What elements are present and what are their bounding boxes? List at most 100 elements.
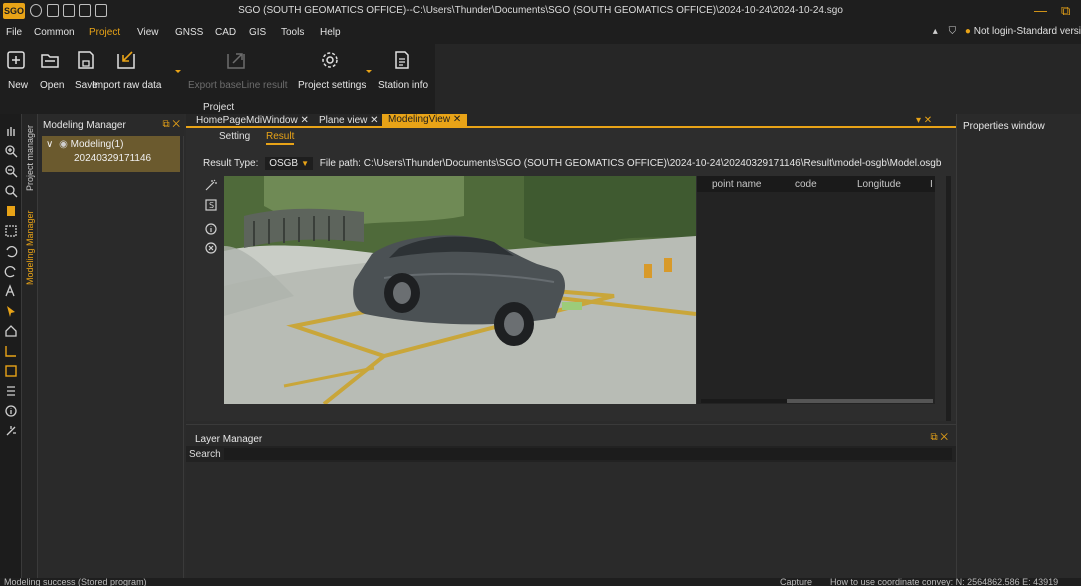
measure-icon[interactable] xyxy=(4,344,18,358)
left-toolbar xyxy=(0,114,22,586)
menu-gnss[interactable]: GNSS xyxy=(175,27,203,38)
dropdown-arrow-icon: ▼ xyxy=(301,159,310,168)
ribbon-group-label: Project xyxy=(203,102,235,113)
panel-float-close-icon[interactable]: ⧉ ✕ xyxy=(162,119,180,130)
subtab-setting[interactable]: Setting xyxy=(219,131,250,142)
tab-menu-close-icon[interactable]: ▾ ✕ xyxy=(916,115,932,126)
modeling-manager-title: Modeling Manager xyxy=(43,120,126,131)
tab-homepage[interactable]: HomePageMdiWindow ✕ xyxy=(196,115,309,126)
column-point-name[interactable]: point name xyxy=(712,179,761,190)
station-info-label: Station info xyxy=(378,80,429,91)
tree-node-modeling[interactable]: ∨ ◉ Modeling(1) xyxy=(46,139,123,150)
point-table-header: point name code Longitude I xyxy=(697,176,935,192)
user-icon: ● xyxy=(964,26,971,37)
open-folder-icon xyxy=(41,54,59,68)
login-status[interactable]: ▴ ⛉ ● Not login-Standard versi xyxy=(933,26,1081,37)
pointer-icon[interactable] xyxy=(4,304,18,318)
layer-search-label: Search xyxy=(189,449,221,460)
tab-plane-view[interactable]: Plane view ✕ xyxy=(319,115,379,126)
column-latitude[interactable]: I xyxy=(930,179,933,190)
result-type-label: Result Type: xyxy=(203,158,259,169)
status-bar: Modeling success (Stored program) Captur… xyxy=(0,578,1081,586)
tree-node-modeling-label: Modeling(1) xyxy=(70,139,124,150)
document-icon xyxy=(395,51,409,69)
zoom-in-icon[interactable] xyxy=(4,144,18,158)
ribbon-empty-area xyxy=(435,44,1081,114)
list-icon[interactable] xyxy=(4,384,18,398)
info-icon[interactable] xyxy=(4,404,18,418)
redo-icon[interactable] xyxy=(4,264,18,278)
save-icon xyxy=(78,51,94,69)
chevron-down-icon[interactable]: ∨ xyxy=(46,139,53,150)
result-type-select[interactable]: OSGB ▼ xyxy=(265,157,314,170)
menu-help[interactable]: Help xyxy=(320,27,341,38)
zoom-extent-icon[interactable] xyxy=(4,184,18,198)
document-tab-bar: HomePageMdiWindow ✕ Plane view ✕ Modelin… xyxy=(186,114,956,128)
export-icon xyxy=(227,53,245,69)
menu-tools[interactable]: Tools xyxy=(281,27,304,38)
result-type-value: OSGB xyxy=(269,158,299,169)
info-icon[interactable] xyxy=(204,222,218,236)
layer-search-row: Search xyxy=(186,446,956,462)
magic-wand-icon[interactable] xyxy=(204,178,218,192)
chevron-up-icon[interactable]: ▴ xyxy=(933,26,938,37)
column-longitude[interactable]: Longitude xyxy=(857,179,901,190)
menu-view[interactable]: View xyxy=(137,27,159,38)
station-info-button[interactable]: Station info xyxy=(378,44,430,100)
menu-common[interactable]: Common xyxy=(34,27,75,38)
menu-file[interactable]: File xyxy=(6,27,22,38)
import-raw-data-label: Import raw data xyxy=(92,80,162,91)
dropdown-arrow-icon[interactable] xyxy=(175,70,181,73)
zoom-out-icon[interactable] xyxy=(4,164,18,178)
document-area: HomePageMdiWindow ✕ Plane view ✕ Modelin… xyxy=(186,114,956,421)
dropdown-arrow-icon[interactable] xyxy=(366,70,372,73)
project-settings-button[interactable]: Project settings xyxy=(296,44,372,100)
capture-toggle[interactable]: Capture xyxy=(780,578,812,586)
layer-icon[interactable] xyxy=(4,364,18,378)
tab-modeling-view[interactable]: ModelingView ✕ xyxy=(382,114,468,126)
panel-float-close-icon[interactable]: ⧉ ✕ xyxy=(930,432,948,443)
save-button[interactable]: Save xyxy=(74,44,98,100)
undo-icon[interactable] xyxy=(4,244,18,258)
point-table: point name code Longitude I xyxy=(697,176,935,404)
sparkle-icon[interactable] xyxy=(4,424,18,438)
scrollbar-thumb[interactable] xyxy=(787,399,933,403)
modeling-tree: ∨ ◉ Modeling(1) 20240329171146 xyxy=(42,136,180,172)
menu-cad[interactable]: CAD xyxy=(215,27,236,38)
side-tab-strip: Project manager Modeling Manager xyxy=(22,114,38,586)
modeling-manager-panel: Modeling Manager ⧉ ✕ ∨ ◉ Modeling(1) 202… xyxy=(38,114,184,586)
rectangle-select-icon[interactable] xyxy=(4,224,18,238)
text-tool-icon[interactable] xyxy=(4,284,18,298)
menu-bar: File Common Project View GNSS CAD GIS To… xyxy=(0,22,1081,44)
vertical-scrollbar[interactable] xyxy=(946,176,951,421)
menu-gis[interactable]: GIS xyxy=(249,27,266,38)
title-bar: SGO SGO (SOUTH GEOMATICS OFFICE)--C:\Use… xyxy=(0,0,1081,22)
hand-pan-icon[interactable] xyxy=(4,124,18,138)
subtab-result[interactable]: Result xyxy=(266,131,295,145)
properties-panel: Properties window xyxy=(956,114,1081,586)
home-icon[interactable] xyxy=(4,324,18,338)
tab-modeling-manager[interactable]: Modeling Manager xyxy=(22,204,38,292)
restore-button[interactable]: ⧉ xyxy=(1061,3,1070,19)
menu-project[interactable]: Project xyxy=(89,27,120,38)
column-code[interactable]: code xyxy=(795,179,817,190)
shirt-icon[interactable]: ⛉ xyxy=(949,26,957,37)
file-path-value: C:\Users\Thunder\Documents\SGO (SOUTH GE… xyxy=(363,158,942,169)
scale-icon[interactable]: S xyxy=(204,198,218,212)
file-path-label: File path: xyxy=(319,158,361,169)
model-3d-viewport[interactable] xyxy=(224,176,696,404)
open-button[interactable]: Open xyxy=(38,44,66,100)
new-button[interactable]: New xyxy=(0,44,28,100)
model-scene-image xyxy=(224,176,696,404)
select-icon[interactable] xyxy=(4,204,18,218)
import-raw-data-button[interactable]: Import raw data xyxy=(92,44,181,100)
layer-search-input[interactable] xyxy=(224,448,952,460)
tab-project-manager[interactable]: Project manager xyxy=(22,120,38,196)
tree-node-task[interactable]: 20240329171146 xyxy=(74,153,151,164)
clear-icon[interactable] xyxy=(204,241,218,255)
horizontal-scrollbar[interactable] xyxy=(701,399,933,403)
export-baseline-result-label: Export baseLine result xyxy=(188,80,288,91)
export-baseline-result-button[interactable]: Export baseLine result xyxy=(186,44,288,100)
minimize-button[interactable]: — xyxy=(1034,3,1047,18)
open-label: Open xyxy=(40,80,65,91)
